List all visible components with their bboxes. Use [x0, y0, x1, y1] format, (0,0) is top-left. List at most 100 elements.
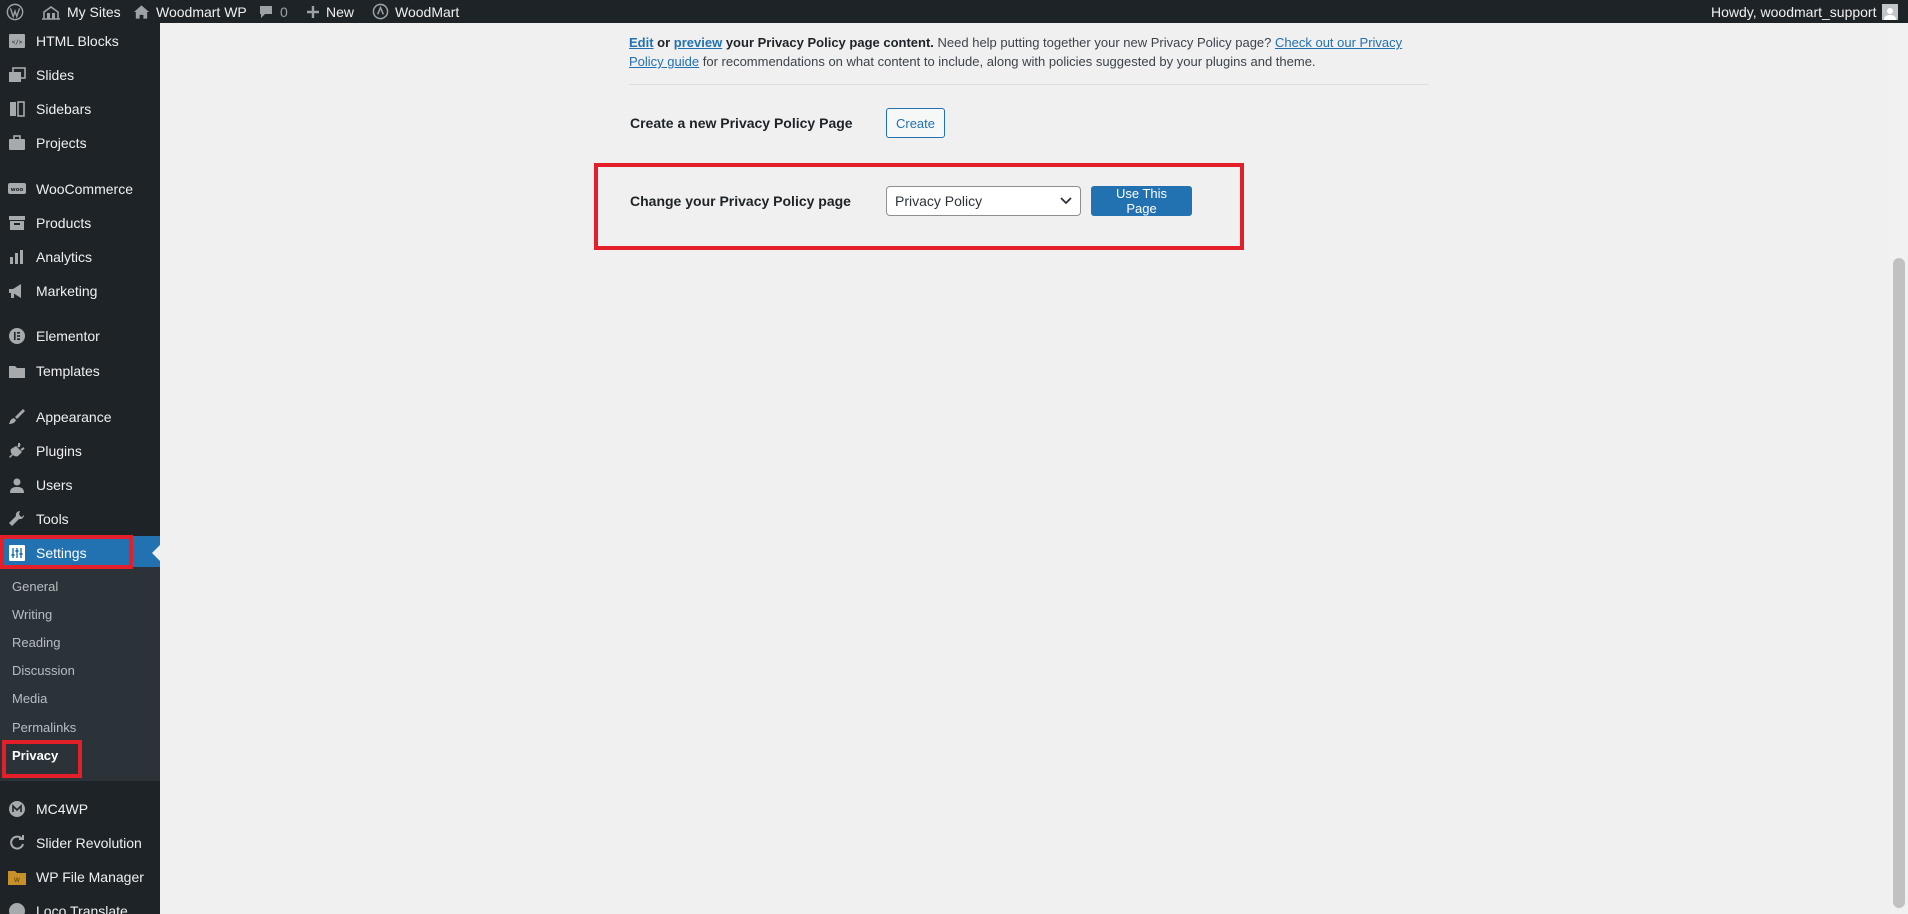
mc4wp-icon: [7, 799, 27, 819]
submenu-item-permalinks[interactable]: Permalinks: [12, 720, 76, 735]
sidebar-item-plugins[interactable]: Plugins: [0, 434, 160, 468]
slider-revolution-icon: [7, 833, 27, 853]
sidebar-item-products[interactable]: Products: [0, 206, 160, 240]
sidebar-item-label: Marketing: [36, 283, 98, 299]
guide-rest-text: for recommendations on what content to i…: [699, 54, 1316, 69]
avatar: [1882, 3, 1899, 20]
submenu-item-privacy[interactable]: Privacy: [12, 748, 58, 763]
wordpress-icon: [6, 3, 24, 20]
privacy-page-select[interactable]: Privacy Policy: [886, 186, 1081, 216]
select-value: Privacy Policy: [895, 193, 983, 209]
sidebar-item-label: Settings: [36, 545, 87, 561]
html-blocks-icon: </>: [7, 31, 27, 51]
sidebar-item-label: Templates: [36, 363, 100, 379]
projects-icon: [7, 133, 27, 153]
chevron-down-icon: [1060, 197, 1072, 205]
sidebar-item-label: Analytics: [36, 249, 93, 265]
submenu-item-media[interactable]: Media: [12, 691, 47, 706]
sidebar-item-label: Slider Revolution: [36, 835, 142, 851]
svg-text:woo: woo: [11, 187, 24, 193]
sidebar-item-slides[interactable]: Slides: [0, 58, 160, 92]
sidebar-item-slider-revolution[interactable]: Slider Revolution: [0, 826, 160, 860]
settings-icon: [7, 543, 27, 563]
comments-count: 0: [280, 3, 288, 20]
products-icon: [7, 213, 27, 233]
sidebars-icon: [7, 99, 27, 119]
sidebar-item-analytics[interactable]: Analytics: [0, 240, 160, 274]
change-policy-label: Change your Privacy Policy page: [630, 193, 851, 209]
plus-icon: [307, 5, 319, 18]
woocommerce-icon: woo: [7, 179, 27, 199]
sidebar-item-label: Appearance: [36, 409, 112, 425]
avatar-icon: [1884, 7, 1897, 20]
sidebar-item-templates[interactable]: Templates: [0, 354, 160, 388]
svg-text:W: W: [14, 877, 20, 884]
site-name-menu[interactable]: Woodmart WP: [133, 0, 247, 23]
edit-link[interactable]: Edit: [629, 35, 654, 50]
submenu-item-writing[interactable]: Writing: [12, 607, 52, 622]
sidebar-item-wp-file-manager[interactable]: W WP File Manager: [0, 860, 160, 894]
site-name-label: Woodmart WP: [156, 3, 247, 20]
my-sites-icon: [42, 5, 60, 20]
sidebar-item-loco-translate[interactable]: Loco Translate: [0, 894, 160, 914]
woodmart-theme-menu[interactable]: WoodMart: [372, 0, 459, 23]
submenu-item-general[interactable]: General: [12, 579, 58, 594]
sidebar-item-label: WooCommerce: [36, 181, 133, 197]
settings-submenu: General Writing Reading Discussion Media…: [0, 567, 160, 781]
admin-bar: My Sites Woodmart WP 0 New WoodMart Howd…: [0, 0, 1908, 23]
sidebar-item-label: Users: [36, 477, 73, 493]
svg-text:</>: </>: [12, 39, 23, 46]
preview-link[interactable]: preview: [674, 35, 722, 50]
my-sites-menu[interactable]: My Sites: [41, 0, 121, 23]
sidebar-item-users[interactable]: Users: [0, 468, 160, 502]
sidebar-item-sidebars[interactable]: Sidebars: [0, 92, 160, 126]
sidebar-item-label: Slides: [36, 67, 75, 83]
my-sites-label: My Sites: [67, 3, 121, 20]
sidebar-item-marketing[interactable]: Marketing: [0, 274, 160, 308]
wordpress-logo[interactable]: [6, 0, 24, 23]
analytics-icon: [7, 247, 27, 267]
create-policy-label: Create a new Privacy Policy Page: [630, 115, 853, 131]
account-menu[interactable]: Howdy, woodmart_support: [1711, 0, 1899, 23]
templates-icon: [7, 361, 27, 381]
sidebar-item-label: MC4WP: [36, 801, 89, 817]
new-content-menu[interactable]: New: [306, 0, 354, 23]
comment-icon: [260, 5, 272, 18]
sidebar-item-label: Loco Translate: [36, 903, 128, 914]
sidebar-item-mc4wp[interactable]: MC4WP: [0, 792, 160, 826]
create-button[interactable]: Create: [886, 108, 945, 138]
privacy-intro-text: Edit or preview your Privacy Policy page…: [629, 33, 1429, 71]
new-label: New: [326, 3, 355, 20]
intro-bold-rest: your Privacy Policy page content.: [722, 35, 934, 50]
admin-sidebar: </> HTML Blocks Slides Sidebars Projects…: [0, 23, 160, 914]
appearance-icon: [7, 407, 27, 427]
page-scrollbar[interactable]: [1890, 23, 1908, 914]
intro-bold-part: Edit or preview your Privacy Policy page…: [629, 35, 934, 50]
main-content: Edit or preview your Privacy Policy page…: [160, 23, 1890, 914]
sidebar-item-woocommerce[interactable]: woo WooCommerce: [0, 172, 160, 206]
woodmart-label: WoodMart: [395, 3, 460, 20]
woodmart-icon: [372, 3, 389, 20]
sidebar-item-label: Elementor: [36, 328, 100, 344]
sidebar-item-label: Sidebars: [36, 101, 92, 117]
comments-menu[interactable]: 0: [258, 0, 288, 23]
marketing-icon: [7, 281, 27, 301]
sidebar-item-appearance[interactable]: Appearance: [0, 400, 160, 434]
users-icon: [7, 475, 27, 495]
submenu-item-reading[interactable]: Reading: [12, 635, 60, 650]
loco-translate-icon: [7, 901, 27, 914]
submenu-item-discussion[interactable]: Discussion: [12, 663, 75, 678]
sidebar-item-html-blocks[interactable]: </> HTML Blocks: [0, 24, 160, 58]
use-this-page-button[interactable]: Use This Page: [1091, 186, 1192, 216]
plugins-icon: [7, 441, 27, 461]
sidebar-item-label: Projects: [36, 135, 87, 151]
slides-icon: [7, 65, 27, 85]
sidebar-item-projects[interactable]: Projects: [0, 126, 160, 160]
sidebar-item-settings[interactable]: Settings: [0, 536, 160, 570]
sidebar-item-label: Products: [36, 215, 92, 231]
sidebar-item-elementor[interactable]: Elementor: [0, 319, 160, 353]
scroll-thumb[interactable]: [1893, 258, 1905, 908]
sidebar-item-tools[interactable]: Tools: [0, 502, 160, 536]
howdy-label: Howdy, woodmart_support: [1711, 3, 1877, 20]
elementor-icon: [7, 326, 27, 346]
